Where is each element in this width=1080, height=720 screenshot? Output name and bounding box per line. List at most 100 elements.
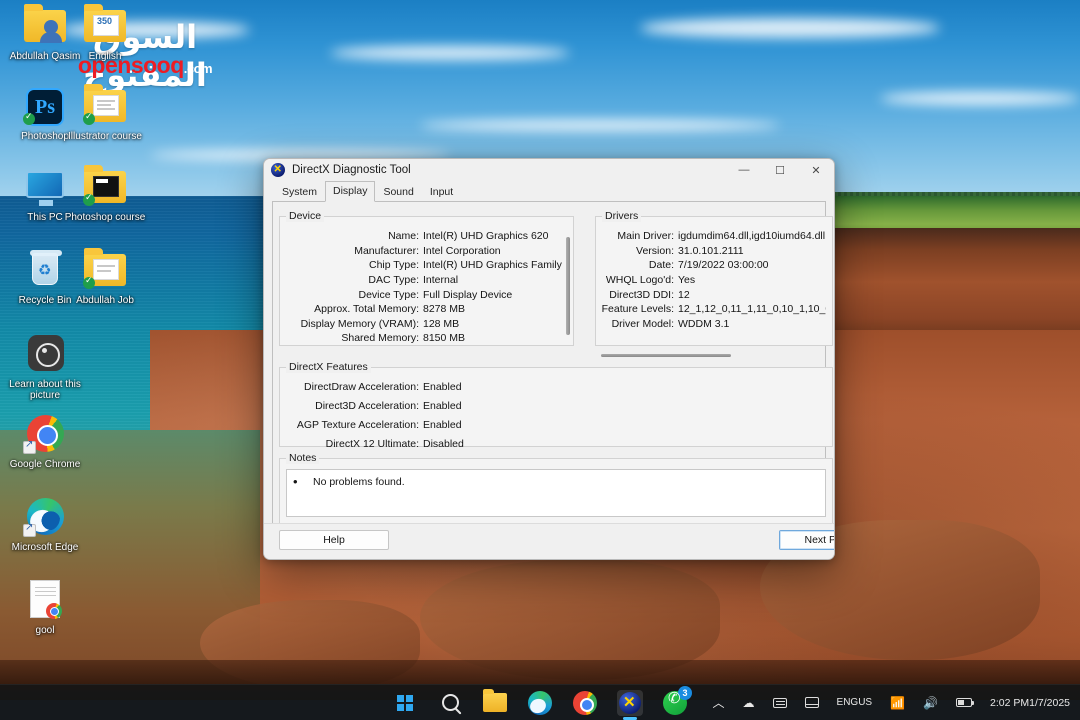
drivers-row: Date: 7/19/2022 03:00:00 [596,258,832,273]
taskbar-edge[interactable] [527,690,553,716]
system-tray: ︿ ☁ ENG US 📶 🔊 2:02 PM 1/7/2025 [709,685,1074,720]
device-row: Device Type: Full Display Device [280,287,573,302]
dxdiag-window[interactable]: DirectX Diagnostic Tool — ☐ ✕ System Dis… [263,158,835,560]
taskbar-dxdiag[interactable] [617,689,643,720]
battery-icon[interactable] [952,695,976,710]
taskbar-chrome[interactable] [572,690,598,716]
row-value: Enabled [423,381,462,394]
features-group-title: DirectX Features [286,361,371,373]
row-value: 12_1,12_0,11_1,11_0,10_1,10_0,9_3,9_2 [678,303,826,316]
keyboard-icon[interactable] [769,695,791,711]
row-value: 8150 MB [423,332,466,345]
close-button[interactable]: ✕ [798,159,834,181]
row-key: Driver Model: [611,317,674,330]
tab-sound[interactable]: Sound [375,183,421,201]
notes-textarea[interactable]: No problems found. [286,469,826,517]
row-key: Name: [388,230,419,243]
clock-date: 1/7/2025 [1029,696,1070,709]
language-indicator[interactable]: ENG US [833,694,877,711]
row-value: 7/19/2022 03:00:00 [678,259,769,272]
desktop-icon-english[interactable]: 350 English [62,4,148,62]
row-value: igdumdim64.dll,igd10iumd64.dll,igd10iu [678,230,826,243]
drivers-row: WHQL Logo'd: Yes [596,273,832,288]
onedrive-cloud-icon[interactable]: ☁ [739,693,759,713]
clock[interactable]: 2:02 PM 1/7/2025 [986,694,1074,712]
device-row: Shared Memory: 8150 MB [280,331,573,346]
device-group-title: Device [286,210,325,222]
chrome-icon [21,412,69,456]
taskbar-search-button[interactable] [437,690,463,716]
device-row: Name: Intel(R) UHD Graphics 620 [280,229,573,244]
desktop-icon-abdullah-job[interactable]: Abdullah Job [62,248,148,306]
desktop-icon-learn-about-picture[interactable]: Learn about this picture [2,332,88,401]
folder-badge-count: 350 [97,16,113,26]
maximize-button[interactable]: ☐ [762,159,798,181]
row-value: Full Display Device [423,288,513,301]
windows-logo-icon [397,694,413,711]
device-row: Approx. Total Memory: 8278 MB [280,302,573,317]
folder-dark-icon [81,165,129,209]
drivers-group: Drivers Main Driver: igdumdim64.dll,igd1… [595,210,833,346]
edge-icon [528,690,552,715]
desktop[interactable]: السوق المفتوح opensooq.com Abdullah Qasi… [0,0,1080,720]
drivers-row: Main Driver: igdumdim64.dll,igd10iumd64.… [596,229,832,244]
device-vertical-scrollbar[interactable] [565,237,571,339]
tab-display[interactable]: Display [325,181,376,202]
row-key: DAC Type: [368,274,419,287]
drivers-rows: Main Driver: igdumdim64.dll,igd10iumd64.… [596,229,832,331]
features-rows: DirectDraw Acceleration: Enabled Direct3… [280,378,832,453]
desktop-icon-gool[interactable]: gool [2,578,88,636]
drivers-horizontal-scrollbar[interactable] [601,353,731,358]
notes-group-title: Notes [286,452,320,464]
row-value: Enabled [423,418,462,431]
volume-icon[interactable]: 🔊 [919,693,942,713]
scrollbar-thumb[interactable] [601,354,731,357]
row-key: Device Type: [358,288,419,301]
document-chrome-icon [21,578,69,622]
device-row: DAC Type: Internal [280,273,573,288]
desktop-icon-microsoft-edge[interactable]: Microsoft Edge [2,495,88,553]
window-titlebar[interactable]: DirectX Diagnostic Tool — ☐ ✕ [264,159,834,181]
tab-input[interactable]: Input [422,183,461,201]
taskbar-file-explorer[interactable] [482,689,508,716]
tab-strip[interactable]: System Display Sound Input [272,181,826,202]
tray-chevron-up-icon[interactable]: ︿ [709,691,729,714]
clock-time: 2:02 PM [990,696,1030,709]
wifi-icon[interactable]: 📶 [886,693,909,713]
row-value: Internal [423,274,459,287]
taskbar-start-button[interactable] [392,690,418,716]
desktop-icon-illustrator-course[interactable]: Illustrator course [62,84,148,142]
device-row: Chip Type: Intel(R) UHD Graphics Family [280,258,573,273]
directx-icon [619,691,641,714]
help-button[interactable]: Help [279,530,389,550]
search-icon [441,694,459,711]
row-value: Disabled [423,437,464,450]
desktop-icon-google-chrome[interactable]: Google Chrome [2,412,88,470]
tab-system[interactable]: System [274,183,325,201]
minimize-button[interactable]: — [726,159,762,181]
row-key: Display Memory (VRAM): [300,317,419,330]
drivers-row: Version: 31.0.101.2111 [596,244,832,259]
row-value: Intel(R) UHD Graphics 620 [423,230,549,243]
scrollbar-thumb[interactable] [566,237,570,335]
desktop-icon-label: Learn about this picture [9,379,81,401]
drivers-row: Driver Model: WDDM 3.1 [596,317,832,332]
row-value: 31.0.101.2111 [678,244,744,257]
cloud [880,92,1080,105]
desktop-icon-label: Illustrator course [68,131,142,142]
desktop-icon-photoshop-course[interactable]: Photoshop course [62,165,148,223]
device-rows: Name: Intel(R) UHD Graphics 620 Manufact… [280,229,573,346]
directx-icon [271,163,285,177]
window-controls: — ☐ ✕ [726,159,834,181]
taskbar-whatsapp[interactable]: 3 [662,685,692,716]
next-page-button[interactable]: Next Page [779,530,834,550]
notes-group: Notes No problems found. [279,452,833,524]
desktop-icon-label: Abdullah Job [76,295,134,306]
window-title: DirectX Diagnostic Tool [292,164,411,176]
feature-row: DirectDraw Acceleration: Enabled [280,378,832,397]
tab-panel-display: Device Name: Intel(R) UHD Graphics 620 M… [272,202,833,550]
row-value: Enabled [423,400,462,413]
taskbar[interactable]: 3 ︿ ☁ ENG US 📶 🔊 2:02 PM 1/7/2025 [0,684,1080,720]
touchpad-icon[interactable] [801,694,823,711]
folder-icon [483,689,507,712]
